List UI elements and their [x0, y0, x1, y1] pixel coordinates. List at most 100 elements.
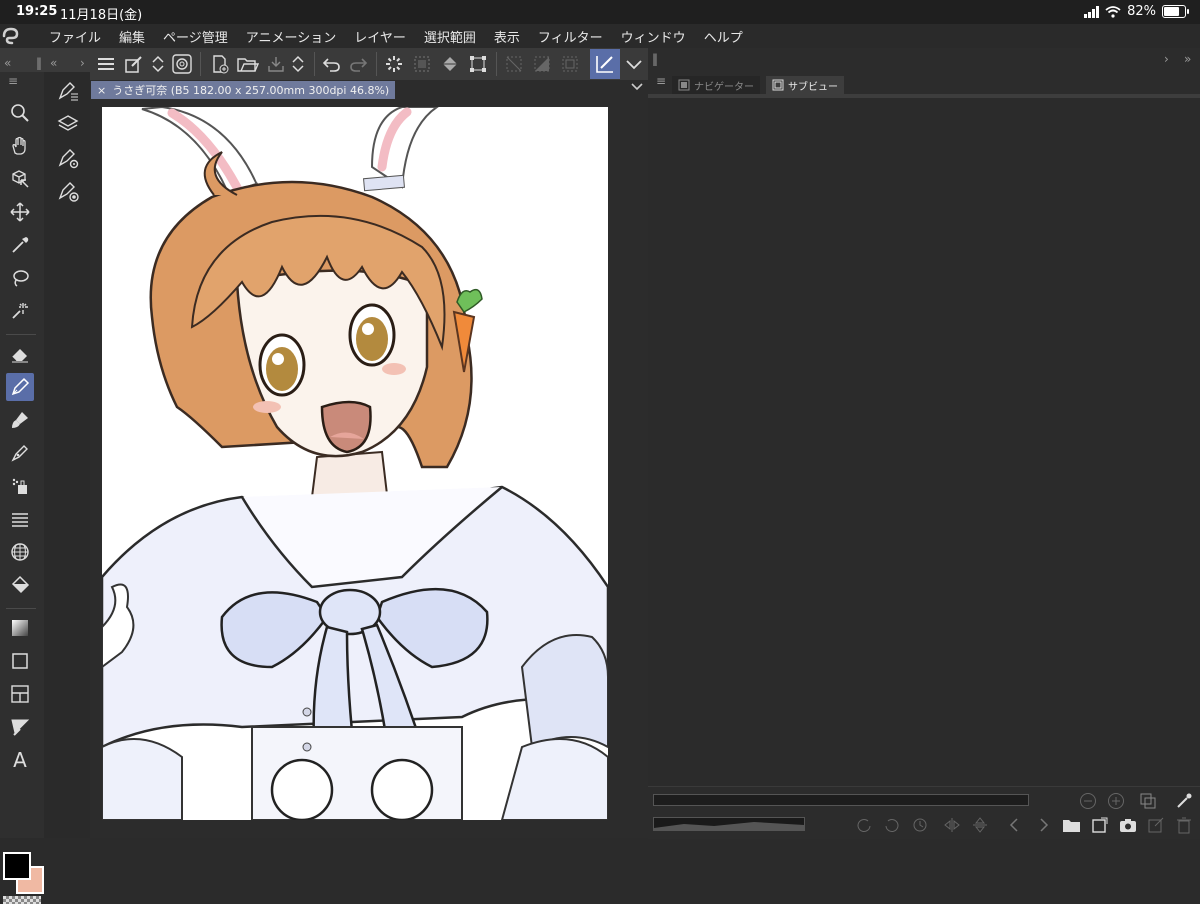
subview-eyedropper-icon[interactable]: [1174, 791, 1194, 811]
menu-file[interactable]: ファイル: [40, 27, 110, 46]
canvas-tab-dropdown-icon[interactable]: [630, 82, 644, 92]
fit-icon[interactable]: [1138, 791, 1158, 811]
menu-layer[interactable]: レイヤー: [345, 27, 415, 46]
subview-rotate-slider[interactable]: [653, 817, 805, 831]
app-logo-icon[interactable]: [0, 27, 40, 45]
expand-subtool-icon[interactable]: ›: [80, 56, 85, 70]
toolbar-dropdown-icon[interactable]: [622, 52, 646, 76]
redo-icon[interactable]: [346, 52, 370, 76]
loading-icon[interactable]: [382, 52, 406, 76]
layers-icon[interactable]: [54, 110, 82, 138]
zoom-icon[interactable]: [6, 99, 34, 127]
document-tab[interactable]: × うさぎ可奈 (B5 182.00 x 257.00mm 300dpi 46.…: [91, 81, 396, 99]
fill-bucket-icon[interactable]: [438, 52, 462, 76]
tool-palette-menu-icon[interactable]: ≡: [8, 74, 18, 88]
camera-icon[interactable]: [1118, 815, 1138, 835]
line-icon[interactable]: [6, 713, 34, 741]
document-title: うさぎ可奈 (B5 182.00 x 257.00mm 300dpi 46.8%…: [112, 84, 390, 97]
deselect-icon[interactable]: [502, 52, 526, 76]
menu-filter[interactable]: フィルター: [529, 27, 612, 46]
selection-border-icon[interactable]: [558, 52, 582, 76]
document-close-icon[interactable]: ×: [97, 84, 106, 97]
brush-icon[interactable]: [6, 406, 34, 434]
new-file-icon[interactable]: [208, 52, 232, 76]
subview-icon: [772, 79, 784, 91]
status-date: 11月18日(金): [60, 8, 143, 23]
rotate-left-icon[interactable]: [854, 815, 874, 835]
eyedropper-icon[interactable]: [6, 231, 34, 259]
edit-brush-icon[interactable]: [122, 52, 146, 76]
frame-icon[interactable]: [6, 680, 34, 708]
subview-zoom-slider[interactable]: [653, 794, 1029, 806]
svg-text:A: A: [13, 750, 27, 770]
tab-navigator[interactable]: ナビゲーター: [672, 76, 760, 94]
tab-subview[interactable]: サブビュー: [766, 76, 844, 94]
pen-icon[interactable]: [6, 373, 34, 401]
menu-animation[interactable]: アニメーション: [237, 27, 345, 46]
updown-icon-2[interactable]: [286, 52, 310, 76]
snap-to-ruler-icon[interactable]: [590, 49, 620, 79]
reset-rotate-icon[interactable]: [910, 815, 930, 835]
collapse-subtool-icon[interactable]: «: [50, 56, 57, 70]
move-icon[interactable]: [6, 198, 34, 226]
airbrush-icon[interactable]: [6, 439, 34, 467]
delete-icon[interactable]: [1174, 815, 1194, 835]
import-image-icon[interactable]: [1090, 815, 1110, 835]
right-panel-header: ‖ › »: [648, 48, 1200, 72]
right-collapse-icon[interactable]: ›: [1164, 52, 1169, 66]
operation-icon[interactable]: [6, 165, 34, 193]
menu-hamburger-icon[interactable]: [94, 52, 118, 76]
canvas-paper[interactable]: [102, 107, 608, 820]
decoration-icon[interactable]: [6, 472, 34, 500]
right-panel-grip-icon[interactable]: ‖: [652, 52, 658, 66]
next-image-icon[interactable]: [1034, 815, 1054, 835]
gradient-icon[interactable]: [6, 614, 34, 642]
select-all-icon[interactable]: [410, 52, 434, 76]
ruler-icon[interactable]: [6, 505, 34, 533]
battery-icon: [1162, 5, 1189, 18]
tab-navigator-label: ナビゲーター: [694, 81, 754, 93]
edit-image-icon[interactable]: [1146, 815, 1166, 835]
right-panel-menu-icon[interactable]: ≡: [656, 74, 666, 88]
fill-icon[interactable]: [6, 571, 34, 599]
invert-selection-icon[interactable]: [530, 52, 554, 76]
lasso-icon[interactable]: [6, 264, 34, 292]
zoom-in-icon[interactable]: [1106, 791, 1126, 811]
transparent-color-swatch[interactable]: [3, 896, 41, 904]
brush-size-icon[interactable]: [54, 177, 82, 205]
sub-tool-column: [44, 72, 90, 838]
right-collapse-all-icon[interactable]: »: [1184, 52, 1191, 66]
battery-level: [1164, 7, 1179, 16]
menu-edit[interactable]: 編集: [110, 27, 154, 46]
eraser-icon[interactable]: [6, 340, 34, 368]
transform-icon[interactable]: [466, 52, 490, 76]
subtool-settings-icon[interactable]: [54, 144, 82, 172]
menu-selection[interactable]: 選択範囲: [415, 27, 485, 46]
perspective-icon[interactable]: [6, 538, 34, 566]
menu-help[interactable]: ヘルプ: [695, 27, 752, 46]
spiral-icon[interactable]: [170, 52, 194, 76]
flip-v-icon[interactable]: [970, 815, 990, 835]
menu-page[interactable]: ページ管理: [154, 27, 237, 46]
right-panel-tabs: ≡ ナビゲーター サブビュー: [648, 72, 1200, 98]
updown-icon[interactable]: [146, 52, 170, 76]
undo-icon[interactable]: [320, 52, 344, 76]
wifi-icon: [1105, 5, 1121, 18]
auto-select-icon[interactable]: [6, 297, 34, 325]
collapse-left-icon[interactable]: «: [4, 56, 11, 70]
zoom-out-icon[interactable]: [1078, 791, 1098, 811]
menu-view[interactable]: 表示: [485, 27, 529, 46]
text-icon[interactable]: A: [6, 746, 34, 774]
rotate-right-icon[interactable]: [882, 815, 902, 835]
menu-window[interactable]: ウィンドウ: [612, 27, 695, 46]
save-icon[interactable]: [264, 52, 288, 76]
figure-icon[interactable]: [6, 647, 34, 675]
flip-h-icon[interactable]: [942, 815, 962, 835]
import-folder-icon[interactable]: [1062, 815, 1082, 835]
subtool-pen-list-icon[interactable]: [54, 77, 82, 105]
open-folder-icon[interactable]: [236, 52, 260, 76]
prev-image-icon[interactable]: [1004, 815, 1024, 835]
hand-icon[interactable]: [6, 132, 34, 160]
main-color-swatch[interactable]: [3, 852, 31, 880]
panel-grip-icon[interactable]: ‖: [36, 56, 42, 70]
